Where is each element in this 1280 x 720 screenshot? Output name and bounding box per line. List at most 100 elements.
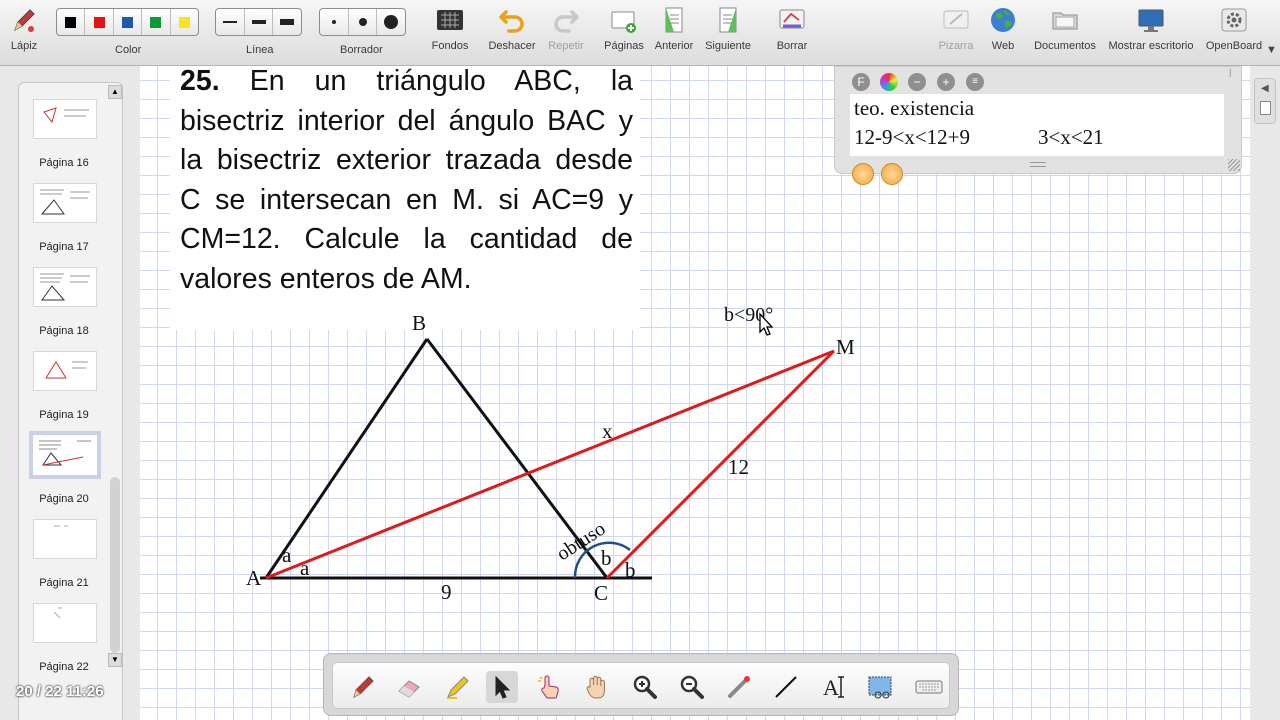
zoom-in-icon	[633, 675, 657, 699]
selector-tool[interactable]	[486, 671, 518, 703]
eraser-small[interactable]	[320, 9, 349, 35]
laser-pointer-tool[interactable]	[723, 671, 755, 703]
page-preview	[33, 267, 97, 307]
scroll-up-icon[interactable]: ▲	[108, 85, 122, 99]
eraser-label: Borrador	[340, 44, 383, 56]
page-thumbnail-19[interactable]: Página 19	[19, 337, 109, 421]
font-button[interactable]: F	[852, 73, 870, 91]
color-green[interactable]	[142, 9, 171, 35]
color-blue[interactable]	[114, 9, 143, 35]
color-yellow[interactable]	[171, 9, 198, 35]
widget-duplicate-button[interactable]	[881, 163, 903, 185]
corner-resize-icon[interactable]	[1228, 159, 1240, 171]
pages-button[interactable]: Páginas	[604, 0, 644, 66]
board-mode-button[interactable]: Pizarra	[939, 0, 973, 66]
pages-label: Páginas	[604, 40, 644, 52]
vertex-label-b: B	[412, 311, 426, 335]
line-medium[interactable]	[245, 9, 274, 35]
web-button[interactable]: Web	[988, 0, 1018, 66]
thumbnail-scrollbar[interactable]: ▲ ▼	[108, 85, 122, 667]
highlighter-icon	[447, 676, 469, 699]
page-label: Página 21	[39, 577, 89, 589]
angle-label-b2: b	[625, 558, 636, 582]
widget-menu-button[interactable]	[852, 163, 874, 185]
pointing-hand-icon	[538, 675, 559, 699]
page-thumbnail-20[interactable]: Página 20	[19, 421, 109, 505]
right-panel-toggle[interactable]: ◀	[1254, 78, 1276, 124]
menu-chevron-icon[interactable]: ▼	[1266, 44, 1277, 56]
page-thumbnail-22[interactable]: Página 22	[19, 589, 109, 673]
zoom-out-tool[interactable]	[676, 671, 708, 703]
text-tool[interactable]: A	[819, 671, 851, 703]
eraser-medium[interactable]	[349, 9, 378, 35]
eraser-size-selector[interactable]	[319, 8, 406, 36]
line-thick[interactable]	[273, 9, 301, 35]
board-icon	[941, 0, 971, 40]
page-thumbnail-21[interactable]: Página 21	[19, 505, 109, 589]
vertex-label-c: C	[594, 581, 608, 605]
page-label: Página 18	[39, 325, 89, 337]
zoom-out-icon	[680, 675, 704, 699]
color-selector[interactable]	[56, 8, 199, 36]
scroll-thumb[interactable]	[110, 477, 120, 653]
drawing-tools-inner: A	[332, 662, 950, 709]
color-red[interactable]	[85, 9, 114, 35]
eraser-tool[interactable]	[393, 671, 425, 703]
angle-label-a1: a	[282, 543, 292, 567]
page-thumbnail-18[interactable]: Página 18	[19, 253, 109, 337]
redo-button[interactable]: Repetir	[545, 0, 587, 66]
page-label: Página 20	[39, 493, 89, 505]
redo-icon	[552, 0, 580, 40]
next-page-button[interactable]: Siguiente	[704, 0, 752, 66]
openboard-menu-button[interactable]: OpenBoard	[1205, 0, 1263, 66]
widget-edge-mark: |	[1229, 67, 1232, 77]
note-line-1: teo. existencia	[854, 96, 975, 120]
pen-tool[interactable]	[347, 671, 379, 703]
line-tool[interactable]	[770, 671, 802, 703]
hand-tool[interactable]	[581, 671, 613, 703]
page-label: Página 17	[39, 241, 89, 253]
line-thin[interactable]	[216, 9, 245, 35]
right-side-rail: ◀	[1250, 66, 1280, 720]
folder-icon	[1050, 0, 1080, 40]
undo-label: Deshacer	[488, 40, 536, 52]
color-black[interactable]	[57, 9, 86, 35]
note-text-area[interactable]: teo. existencia 12-9<x<12+9 3<x<21	[850, 94, 1224, 156]
capture-tool[interactable]	[865, 671, 897, 703]
page-thumbnail-panel: Página 16 Página 17 Página 18 Página 19 …	[0, 66, 140, 720]
pen-label: Lápiz	[10, 40, 38, 52]
label-cm-12: 12	[728, 455, 749, 479]
next-page-icon	[715, 0, 741, 40]
interact-tool[interactable]	[534, 671, 566, 703]
previous-page-button[interactable]: Anterior	[653, 0, 695, 66]
add-page-icon	[609, 0, 639, 40]
next-label: Siguiente	[705, 40, 751, 52]
backgrounds-button[interactable]: Fondos	[428, 0, 472, 66]
eraser-large[interactable]	[377, 9, 405, 35]
undo-button[interactable]: Deshacer	[487, 0, 537, 66]
color-wheel-icon[interactable]	[880, 73, 898, 91]
decrease-font-icon[interactable]: −	[908, 73, 926, 91]
documents-button[interactable]: Documentos	[1032, 0, 1098, 66]
label-x: x	[602, 419, 613, 443]
page-thumbnail-16[interactable]: Página 16	[19, 85, 109, 169]
show-desktop-button[interactable]: Mostrar escritorio	[1107, 0, 1195, 66]
previous-label: Anterior	[654, 40, 694, 52]
pen-tool-button[interactable]: Lápiz	[8, 0, 40, 66]
gear-icon	[1219, 0, 1249, 40]
virtual-keyboard-button[interactable]	[913, 671, 945, 703]
angle-label-b1: b	[601, 546, 612, 570]
increase-font-icon[interactable]: +	[937, 73, 955, 91]
erase-board-button[interactable]: Borrar	[775, 0, 809, 66]
zoom-in-tool[interactable]	[629, 671, 661, 703]
align-icon[interactable]: ≡	[966, 73, 984, 91]
highlighter-tool[interactable]	[441, 671, 473, 703]
text-note-widget[interactable]: F − + ≡ | teo. existencia 12-9<x<12+9 3<…	[834, 66, 1242, 174]
resize-grip-icon[interactable]	[1030, 162, 1046, 167]
keyboard-icon	[915, 680, 943, 694]
line-width-selector[interactable]	[215, 8, 302, 36]
main-toolbar: Lápiz Color Línea Borrador Fondos Deshac…	[0, 0, 1280, 66]
scroll-down-icon[interactable]: ▼	[108, 653, 122, 667]
page-thumbnail-17[interactable]: Página 17	[19, 169, 109, 253]
expand-arrow-icon: ◀	[1261, 83, 1269, 94]
